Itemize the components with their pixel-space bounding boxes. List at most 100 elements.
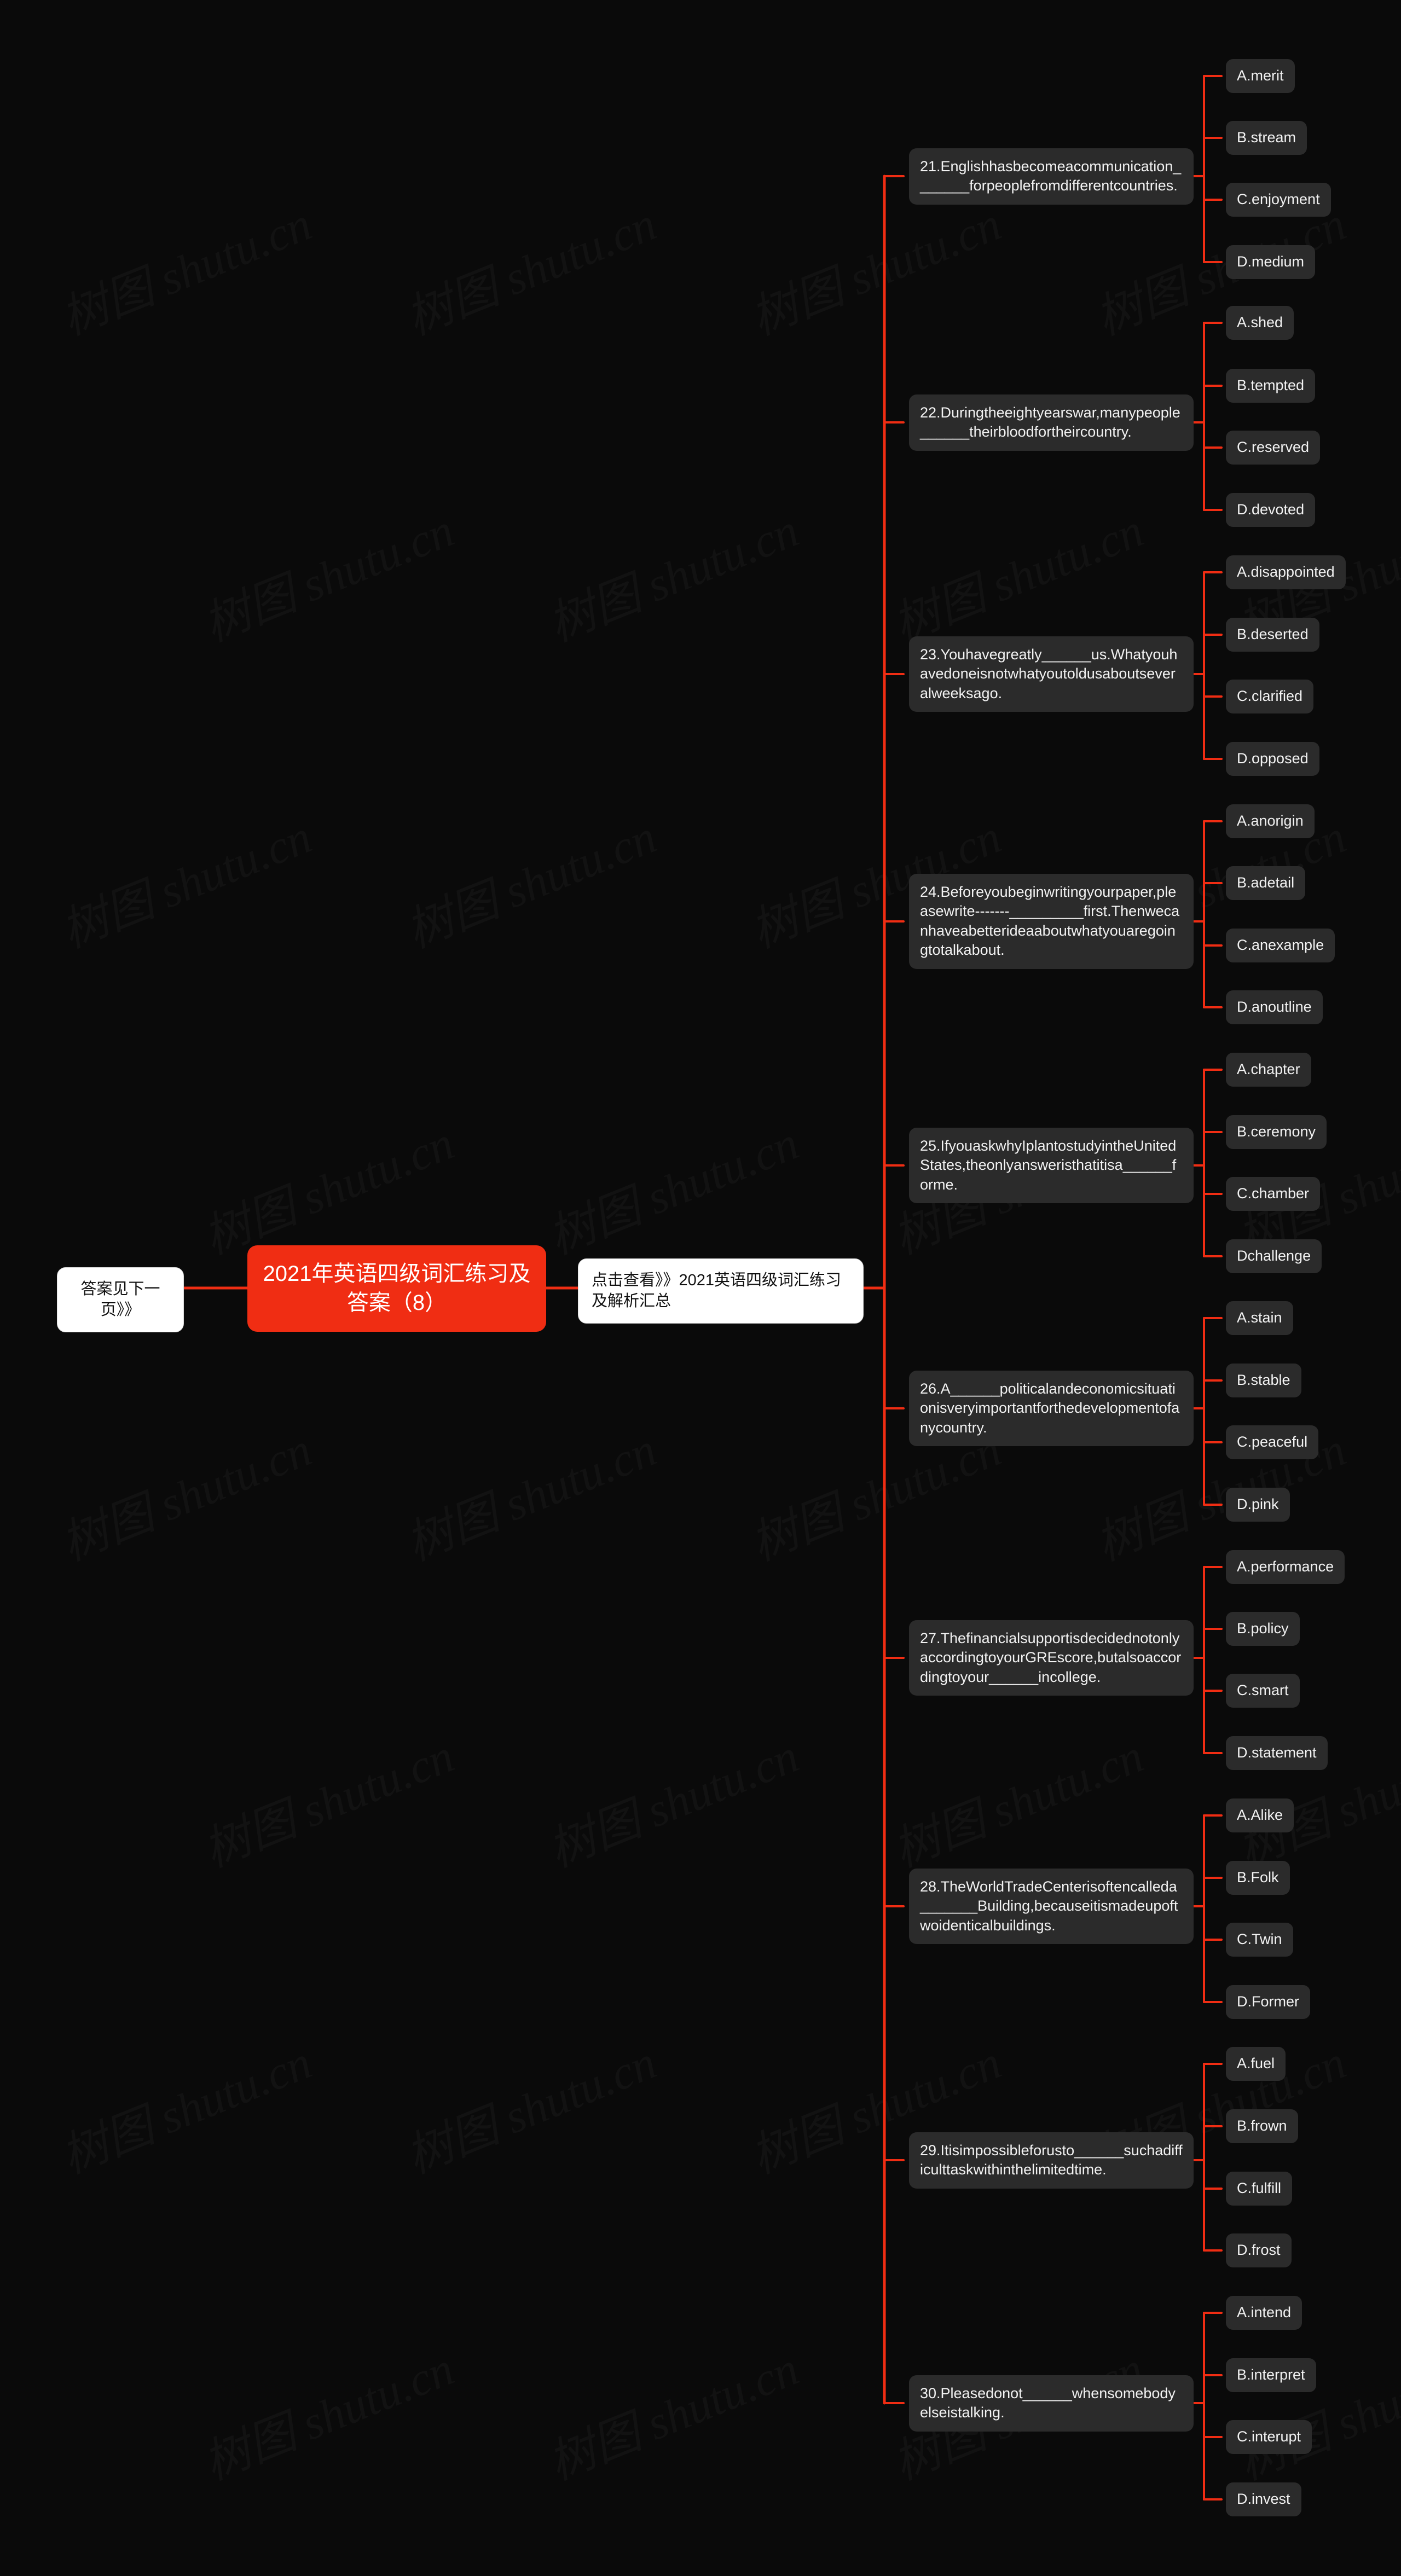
option-node[interactable]: B.frown (1226, 2109, 1298, 2143)
option-node[interactable]: B.tempted (1226, 369, 1316, 403)
watermark-text: 树图 shutu.cn (49, 185, 320, 348)
watermark-text: 树图 shutu.cn (536, 1718, 807, 1880)
option-label: C.fulfill (1226, 2172, 1293, 2206)
option-node[interactable]: D.opposed (1226, 742, 1319, 776)
option-node[interactable]: A.intend (1226, 2296, 1302, 2330)
option-node[interactable]: B.interpret (1226, 2358, 1316, 2392)
option-label: B.adetail (1226, 866, 1306, 900)
option-label: B.Folk (1226, 1861, 1290, 1895)
option-node[interactable]: A.shed (1226, 306, 1294, 340)
question-node[interactable]: 30.Pleasedonot______whensomebodyelseista… (909, 2375, 1194, 2432)
watermark-text: 树图 shutu.cn (536, 2330, 807, 2493)
option-label: A.Alike (1226, 1798, 1294, 1832)
watermark-text: 树图 shutu.cn (49, 2024, 320, 2186)
question-text: 23.Youhavegreatly______us.Whatyouhavedon… (909, 636, 1194, 712)
watermark-text: 树图 shutu.cn (536, 1105, 807, 1267)
option-node[interactable]: D.medium (1226, 245, 1316, 279)
watermark-text: 树图 shutu.cn (1226, 2330, 1401, 2493)
question-node[interactable]: 25.IfyouaskwhyIplantostudyintheUnitedSta… (909, 1127, 1194, 1204)
option-label: D.medium (1226, 245, 1316, 279)
option-node[interactable]: D.frost (1226, 2233, 1292, 2267)
option-node[interactable]: C.anexample (1226, 929, 1335, 962)
option-node[interactable]: D.pink (1226, 1488, 1290, 1522)
option-node[interactable]: C.chamber (1226, 1177, 1321, 1211)
option-node[interactable]: C.reserved (1226, 431, 1321, 465)
option-label: B.ceremony (1226, 1115, 1327, 1149)
option-node[interactable]: A.performance (1226, 1550, 1345, 1584)
question-node[interactable]: 28.TheWorldTradeCenterisoftencalleda____… (909, 1868, 1194, 1945)
option-node[interactable]: Dchallenge (1226, 1239, 1322, 1273)
option-node[interactable]: D.Former (1226, 1985, 1310, 2019)
option-label: D.statement (1226, 1736, 1328, 1770)
option-label: D.frost (1226, 2233, 1292, 2267)
question-text: 27.Thefinancialsupportisdecidednotonlyac… (909, 1620, 1194, 1696)
option-node[interactable]: C.clarified (1226, 680, 1314, 713)
option-label: D.devoted (1226, 493, 1316, 527)
option-node[interactable]: D.statement (1226, 1736, 1328, 1770)
node-click-to-view[interactable]: 点击查看》》2021英语四级词汇练习及解析汇总 (578, 1258, 864, 1324)
question-text: 29.Itisimpossibleforusto______suchadiffi… (909, 2132, 1194, 2189)
option-node[interactable]: B.Folk (1226, 1861, 1290, 1895)
option-node[interactable]: B.deserted (1226, 618, 1319, 652)
option-label: D.anoutline (1226, 990, 1323, 1024)
watermark-text: 树图 shutu.cn (394, 185, 664, 348)
question-node[interactable]: 26.A______politicalandeconomicsituationi… (909, 1370, 1194, 1447)
question-node[interactable]: 22.Duringtheeightyearswar,manypeople____… (909, 394, 1194, 451)
option-node[interactable]: A.stain (1226, 1301, 1293, 1335)
watermark-text: 树图 shutu.cn (394, 2024, 664, 2186)
option-label: A.performance (1226, 1550, 1345, 1584)
option-node[interactable]: D.invest (1226, 2482, 1301, 2516)
option-label: D.opposed (1226, 742, 1319, 776)
option-label: B.policy (1226, 1612, 1300, 1646)
option-node[interactable]: B.adetail (1226, 866, 1306, 900)
question-node[interactable]: 24.Beforeyoubeginwritingyourpaper,please… (909, 873, 1194, 969)
option-node[interactable]: A.merit (1226, 59, 1295, 93)
option-node[interactable]: C.Twin (1226, 1923, 1293, 1957)
watermark-text: 树图 shutu.cn (881, 492, 1151, 654)
node-root[interactable]: 2021年英语四级词汇练习及答案（8） (247, 1245, 546, 1332)
watermark-text: 树图 shutu.cn (192, 1718, 462, 1880)
option-label: D.pink (1226, 1488, 1290, 1522)
option-node[interactable]: C.interupt (1226, 2420, 1312, 2454)
option-node[interactable]: C.smart (1226, 1674, 1300, 1708)
option-label: C.interupt (1226, 2420, 1312, 2454)
option-node[interactable]: B.stable (1226, 1364, 1301, 1397)
question-node[interactable]: 23.Youhavegreatly______us.Whatyouhavedon… (909, 636, 1194, 712)
node-answers-next-page[interactable]: 答案见下一页》》 (57, 1267, 184, 1332)
question-text: 30.Pleasedonot______whensomebodyelseista… (909, 2375, 1194, 2432)
option-node[interactable]: A.anorigin (1226, 804, 1315, 838)
option-label: A.intend (1226, 2296, 1302, 2330)
option-label: A.shed (1226, 306, 1294, 340)
option-label: C.peaceful (1226, 1425, 1319, 1459)
option-label: B.frown (1226, 2109, 1298, 2143)
option-node[interactable]: C.fulfill (1226, 2172, 1293, 2206)
option-label: B.stream (1226, 121, 1307, 155)
question-text: 25.IfyouaskwhyIplantostudyintheUnitedSta… (909, 1127, 1194, 1204)
option-node[interactable]: C.enjoyment (1226, 183, 1331, 217)
option-label: A.stain (1226, 1301, 1293, 1335)
option-node[interactable]: D.devoted (1226, 493, 1316, 527)
option-label: B.tempted (1226, 369, 1316, 403)
option-node[interactable]: B.policy (1226, 1612, 1300, 1646)
option-label: Dchallenge (1226, 1239, 1322, 1273)
question-node[interactable]: 27.Thefinancialsupportisdecidednotonlyac… (909, 1620, 1194, 1696)
watermark-text: 树图 shutu.cn (49, 798, 320, 961)
question-node[interactable]: 29.Itisimpossibleforusto______suchadiffi… (909, 2132, 1194, 2189)
option-label: C.enjoyment (1226, 183, 1331, 217)
option-node[interactable]: A.chapter (1226, 1053, 1311, 1087)
watermark-text: 树图 shutu.cn (394, 1411, 664, 1574)
question-node[interactable]: 21.Englishhasbecomeacommunication_______… (909, 148, 1194, 205)
option-node[interactable]: A.disappointed (1226, 555, 1346, 589)
option-node[interactable]: D.anoutline (1226, 990, 1323, 1024)
option-label: B.stable (1226, 1364, 1301, 1397)
option-label: C.clarified (1226, 680, 1314, 713)
watermark-text: 树图 shutu.cn (536, 492, 807, 654)
option-node[interactable]: B.ceremony (1226, 1115, 1327, 1149)
option-node[interactable]: A.Alike (1226, 1798, 1294, 1832)
option-label: D.invest (1226, 2482, 1301, 2516)
option-label: D.Former (1226, 1985, 1310, 2019)
option-node[interactable]: C.peaceful (1226, 1425, 1319, 1459)
question-text: 26.A______politicalandeconomicsituationi… (909, 1370, 1194, 1447)
option-node[interactable]: B.stream (1226, 121, 1307, 155)
option-node[interactable]: A.fuel (1226, 2047, 1286, 2081)
